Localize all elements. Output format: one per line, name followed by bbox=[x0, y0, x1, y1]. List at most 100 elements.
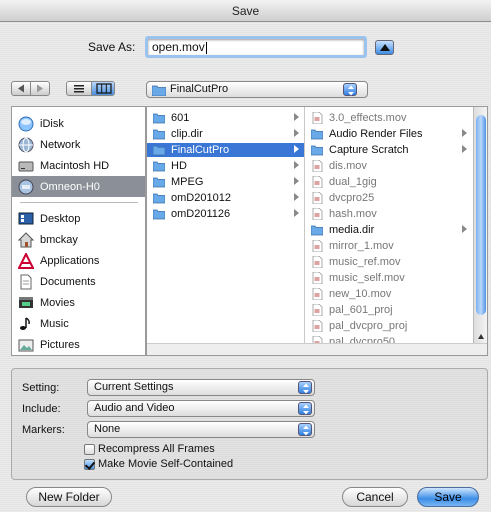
movie-file-icon bbox=[311, 271, 323, 285]
row-label: MPEG bbox=[171, 176, 204, 188]
forward-button[interactable] bbox=[31, 82, 49, 95]
sidebar-item-label: Movies bbox=[40, 296, 75, 309]
file-row[interactable]: music_self.mov bbox=[305, 271, 473, 285]
movies-icon bbox=[18, 295, 34, 311]
self-contained-label: Make Movie Self-Contained bbox=[98, 458, 234, 470]
new-folder-button[interactable]: New Folder bbox=[26, 487, 112, 507]
row-label: clip.dir bbox=[171, 128, 203, 140]
save-as-input[interactable]: open.mov bbox=[145, 36, 367, 58]
cancel-button[interactable]: Cancel bbox=[342, 487, 408, 507]
popup-arrows-icon bbox=[298, 402, 312, 415]
list-view-button[interactable] bbox=[67, 82, 91, 95]
markers-popup[interactable]: None bbox=[87, 421, 315, 438]
folder-row[interactable]: 601 bbox=[147, 111, 304, 125]
desktop-icon bbox=[18, 211, 34, 227]
sidebar-item-pictures[interactable]: Pictures bbox=[12, 334, 145, 355]
movie-file-icon bbox=[311, 319, 323, 333]
folder-icon bbox=[152, 128, 166, 140]
sidebar-item-omneon-h0[interactable]: Omneon-H0 bbox=[12, 176, 145, 197]
disclosure-arrow-icon bbox=[294, 145, 299, 153]
file-row[interactable]: dis.mov bbox=[305, 159, 473, 173]
folder-row[interactable]: FinalCutPro bbox=[147, 143, 304, 157]
row-label: 3.0_effects.mov bbox=[329, 112, 407, 124]
view-mode-control bbox=[66, 81, 115, 96]
row-label: dual_1gig bbox=[329, 176, 377, 188]
sidebar-item-idisk[interactable]: iDisk bbox=[12, 113, 145, 134]
row-label: new_10.mov bbox=[329, 288, 392, 300]
music-icon bbox=[18, 316, 34, 332]
sidebar-item-network[interactable]: Network bbox=[12, 134, 145, 155]
back-arrow-icon bbox=[18, 84, 24, 93]
disclosure-arrow-icon bbox=[294, 129, 299, 137]
setting-popup-value: Current Settings bbox=[94, 381, 174, 393]
collapse-toggle-button[interactable] bbox=[375, 40, 394, 55]
include-popup[interactable]: Audio and Video bbox=[87, 400, 315, 417]
row-label: mirror_1.mov bbox=[329, 240, 394, 252]
disclosure-arrow-icon bbox=[462, 129, 467, 137]
popup-arrows-icon bbox=[298, 423, 312, 436]
file-row[interactable]: dvcpro25 bbox=[305, 191, 473, 205]
browser-column-1: 601 clip.dir FinalCutPro HD MPEG omD201012 omD… bbox=[147, 107, 305, 355]
back-button[interactable] bbox=[12, 82, 31, 95]
vertical-scrollbar[interactable] bbox=[473, 107, 487, 355]
save-dialog: Save Save As: open.mov FinalCutPro iDisk… bbox=[0, 0, 491, 512]
disclosure-arrow-icon bbox=[294, 161, 299, 169]
sidebar-item-label: Macintosh HD bbox=[40, 159, 110, 172]
file-row[interactable]: pal_601_proj bbox=[305, 303, 473, 317]
folder-row[interactable]: HD bbox=[147, 159, 304, 173]
sidebar-item-label: Music bbox=[40, 317, 69, 330]
include-label: Include: bbox=[22, 403, 61, 415]
sidebar-item-music[interactable]: Music bbox=[12, 313, 145, 334]
save-button[interactable]: Save bbox=[417, 487, 479, 507]
sidebar-item-desktop[interactable]: Desktop bbox=[12, 208, 145, 229]
sidebar-item-bmckay[interactable]: bmckay bbox=[12, 229, 145, 250]
file-row[interactable]: 3.0_effects.mov bbox=[305, 111, 473, 125]
row-label: pal_601_proj bbox=[329, 304, 393, 316]
setting-label: Setting: bbox=[22, 382, 60, 394]
include-popup-value: Audio and Video bbox=[94, 402, 175, 414]
setting-popup[interactable]: Current Settings bbox=[87, 379, 315, 396]
pictures-icon bbox=[18, 337, 34, 353]
folder-row[interactable]: Audio Render Files bbox=[305, 127, 473, 141]
row-label: pal_dvcpro_proj bbox=[329, 320, 408, 332]
file-row[interactable]: pal_dvcpro_proj bbox=[305, 319, 473, 333]
folder-icon bbox=[310, 224, 324, 236]
file-row[interactable]: hash.mov bbox=[305, 207, 473, 221]
recompress-checkbox[interactable] bbox=[84, 444, 95, 455]
file-row[interactable]: music_ref.mov bbox=[305, 255, 473, 269]
folder-icon bbox=[152, 112, 166, 124]
folder-row[interactable]: Capture Scratch bbox=[305, 143, 473, 157]
horizontal-scrollbar[interactable] bbox=[147, 343, 487, 355]
folder-row[interactable]: omD201126 bbox=[147, 207, 304, 221]
movie-file-icon bbox=[311, 207, 323, 221]
file-row[interactable]: dual_1gig bbox=[305, 175, 473, 189]
movie-file-icon bbox=[311, 111, 323, 125]
location-popup[interactable]: FinalCutPro bbox=[146, 81, 368, 98]
sidebar: iDisk Network Macintosh HD Omneon-H0 Desktop… bbox=[11, 106, 146, 356]
row-label: dis.mov bbox=[329, 160, 367, 172]
folder-row[interactable]: media.dir bbox=[305, 223, 473, 237]
list-view-icon bbox=[74, 85, 84, 93]
folder-row[interactable]: MPEG bbox=[147, 175, 304, 189]
row-label: FinalCutPro bbox=[171, 144, 230, 156]
movie-file-icon bbox=[311, 303, 323, 317]
location-popup-value: FinalCutPro bbox=[170, 83, 229, 95]
sidebar-item-macintosh-hd[interactable]: Macintosh HD bbox=[12, 155, 145, 176]
folder-icon bbox=[152, 160, 166, 172]
disclosure-arrow-icon bbox=[294, 177, 299, 185]
sidebar-item-movies[interactable]: Movies bbox=[12, 292, 145, 313]
column-view-button[interactable] bbox=[91, 82, 114, 95]
scroll-thumb[interactable] bbox=[476, 115, 486, 315]
file-row[interactable]: mirror_1.mov bbox=[305, 239, 473, 253]
folder-icon bbox=[152, 192, 166, 204]
row-label: music_ref.mov bbox=[329, 256, 401, 268]
file-row[interactable]: new_10.mov bbox=[305, 287, 473, 301]
sidebar-item-label: bmckay bbox=[40, 233, 78, 246]
folder-row[interactable]: clip.dir bbox=[147, 127, 304, 141]
self-contained-checkbox[interactable] bbox=[84, 459, 95, 470]
folder-row[interactable]: omD201012 bbox=[147, 191, 304, 205]
sidebar-item-documents[interactable]: Documents bbox=[12, 271, 145, 292]
sidebar-item-applications[interactable]: Applications bbox=[12, 250, 145, 271]
row-label: omD201126 bbox=[171, 208, 231, 220]
sidebar-item-label: Network bbox=[40, 138, 81, 151]
